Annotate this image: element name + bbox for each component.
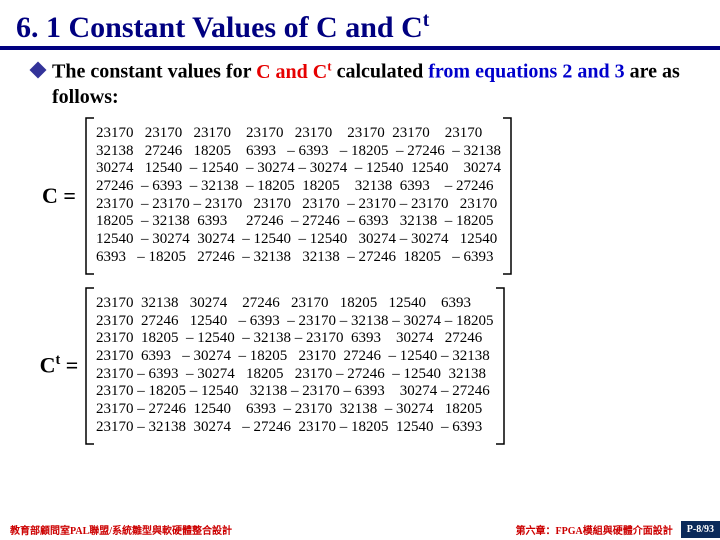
footer-right-text: 第六章：FPGA模組與硬體介面設計: [516, 522, 681, 537]
left-bracket-icon: [82, 116, 96, 276]
matrix-c-label: C =: [36, 183, 82, 209]
slide-title: 6. 1 Constant Values of C and Ct: [0, 0, 720, 46]
diamond-bullet-icon: [30, 62, 47, 79]
footer-left-text: 教育部顧問室PAL聯盟/系統雛型與軟硬體整合設計: [0, 522, 516, 537]
bullet-part-4: from equations 2 and 3: [428, 61, 624, 83]
title-superscript: t: [423, 10, 430, 31]
bullet-part-1: The constant values for: [52, 61, 256, 83]
matrix-c-content: 23170 23170 23170 23170 23170 23170 2317…: [96, 125, 501, 267]
bullet-text: The constant values for C and Ct calcula…: [52, 58, 696, 110]
left-bracket-icon: [82, 286, 96, 446]
right-bracket-icon: [501, 116, 515, 276]
spacer: [24, 276, 696, 286]
matrix-ct-content: 23170 32138 30274 27246 23170 18205 1254…: [96, 295, 494, 437]
matrix-ct-label: Ct =: [36, 352, 82, 378]
footer-page-number: P-8/93: [681, 521, 720, 538]
title-text: 6. 1 Constant Values of C and C: [16, 11, 423, 44]
slide: 6. 1 Constant Values of C and Ct The con…: [0, 0, 720, 540]
footer: 教育部顧問室PAL聯盟/系統雛型與軟硬體整合設計 第六章：FPGA模組與硬體介面…: [0, 518, 720, 540]
matrix-ct-row: Ct = 23170 32138 30274 27246 23170 18205…: [36, 286, 696, 446]
bullet-part-2: C and Ct: [256, 61, 331, 83]
bullet-1: The constant values for C and Ct calcula…: [32, 58, 696, 110]
bullet-part-3: calculated: [332, 61, 429, 83]
slide-body: The constant values for C and Ct calcula…: [0, 50, 720, 446]
right-bracket-icon: [494, 286, 508, 446]
matrix-c-row: C = 23170 23170 23170 23170 23170 23170 …: [36, 116, 696, 276]
